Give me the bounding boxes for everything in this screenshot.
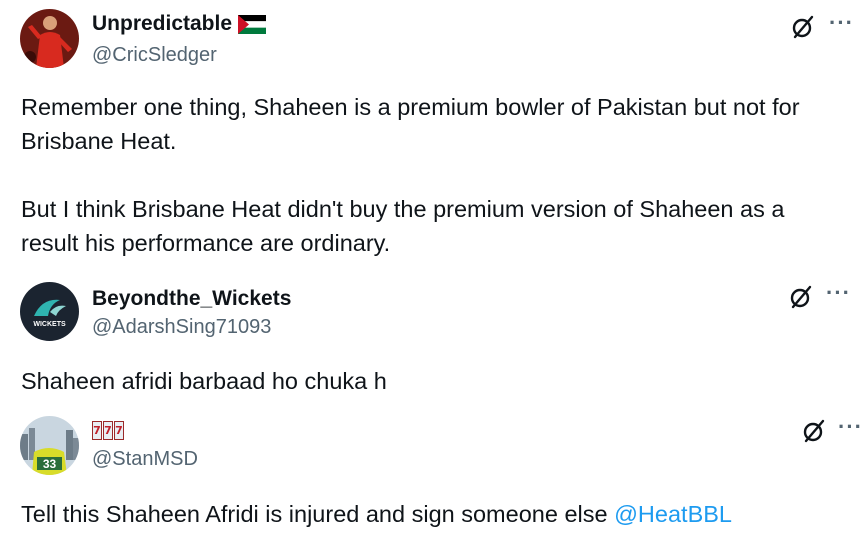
handle[interactable]: @StanMSD [92, 448, 198, 471]
tweet-2[interactable]: WICKETS Beyondthe_Wickets @AdarshSing710… [0, 270, 864, 400]
tweet-paragraph: But I think Brisbane Heat didn't buy the… [21, 196, 785, 256]
more-icon[interactable]: ··· [826, 282, 851, 304]
display-name[interactable]: Beyondthe_Wickets [92, 287, 291, 311]
tweet-text: Shaheen afridi barbaad ho chuka h [21, 368, 387, 394]
slot-reel: 7 [92, 421, 102, 440]
slot-reel: 7 [103, 421, 113, 440]
avatar[interactable]: 33 [20, 416, 79, 475]
tweet-3[interactable]: 33 7 7 7 @StanMSD ··· Tell this Shaheen … [0, 400, 864, 540]
slot-machine-icon: 7 7 7 [92, 421, 124, 440]
more-icon[interactable]: ··· [829, 12, 854, 34]
grok-icon[interactable] [790, 14, 816, 40]
display-name[interactable]: Unpredictable [92, 12, 232, 36]
tweet-text: Tell this Shaheen Afridi is injured and … [21, 497, 840, 531]
tweet-text-content: Tell this Shaheen Afridi is injured and … [21, 501, 615, 527]
tweet-text: Remember one thing, Shaheen is a premium… [21, 90, 840, 260]
palestine-flag-icon [237, 14, 267, 34]
grok-icon[interactable] [788, 284, 814, 310]
avatar[interactable]: WICKETS [20, 282, 79, 341]
handle[interactable]: @AdarshSing71093 [92, 316, 271, 339]
tweet-1[interactable]: Unpredictable @CricSledger ··· Remember … [0, 0, 864, 270]
handle[interactable]: @CricSledger [92, 44, 217, 67]
tweet-paragraph: Remember one thing, Shaheen is a premium… [21, 94, 800, 154]
grok-icon[interactable] [801, 418, 827, 444]
more-icon[interactable]: ··· [838, 416, 863, 438]
avatar-text: WICKETS [33, 321, 66, 328]
avatar-text: 33 [43, 457, 57, 471]
avatar[interactable] [20, 9, 79, 68]
slot-reel: 7 [114, 421, 124, 440]
mention-link[interactable]: @HeatBBL [614, 501, 732, 527]
